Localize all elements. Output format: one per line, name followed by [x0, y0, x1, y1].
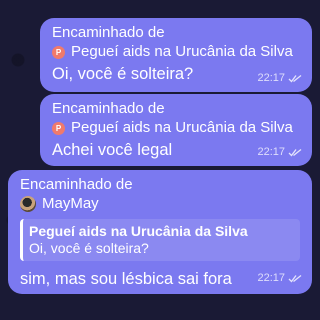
forward-header: Encaminhado de [52, 100, 165, 117]
reply-quote[interactable]: Pegueí aids na Urucânia da Silva Oi, voc… [20, 219, 300, 261]
message-bubble-2[interactable]: Encaminhado de P Pegueí aids na Urucânia… [40, 94, 312, 166]
forward-sender[interactable]: MayMay [20, 195, 300, 213]
message-time: 22:17 [257, 72, 285, 84]
p-avatar-icon: P [52, 121, 65, 135]
message-time: 22:17 [257, 272, 285, 284]
double-check-icon [288, 148, 302, 156]
user-avatar-icon [20, 196, 36, 212]
message-bubble-1[interactable]: Encaminhado de P Pegueí aids na Urucânia… [40, 18, 312, 92]
double-check-icon [288, 74, 302, 82]
forward-sender[interactable]: P Pegueí aids na Urucânia da Silva [52, 119, 300, 137]
message-meta: 22:17 [257, 146, 302, 158]
forward-header: Encaminhado de [20, 176, 133, 193]
forward-header: Encaminhado de [52, 24, 165, 41]
message-meta: 22:17 [257, 72, 302, 84]
forward-sender-name: MayMay [42, 195, 99, 212]
message-bubble-3[interactable]: Encaminhado de MayMay Pegueí aids na Uru… [8, 170, 312, 294]
forward-sender[interactable]: P Pegueí aids na Urucânia da Silva [52, 43, 300, 61]
message-meta: 22:17 [257, 272, 302, 284]
chat-background: Encaminhado de P Pegueí aids na Urucânia… [0, 0, 320, 320]
p-avatar-icon: P [52, 45, 65, 59]
double-check-icon [288, 274, 302, 282]
forward-sender-name: Pegueí aids na Urucânia da Silva [71, 43, 293, 60]
quote-title: Pegueí aids na Urucânia da Silva [29, 223, 248, 239]
quote-text: Oi, você é solteira? [29, 240, 149, 256]
forward-sender-name: Pegueí aids na Urucânia da Silva [71, 119, 293, 136]
message-time: 22:17 [257, 146, 285, 158]
